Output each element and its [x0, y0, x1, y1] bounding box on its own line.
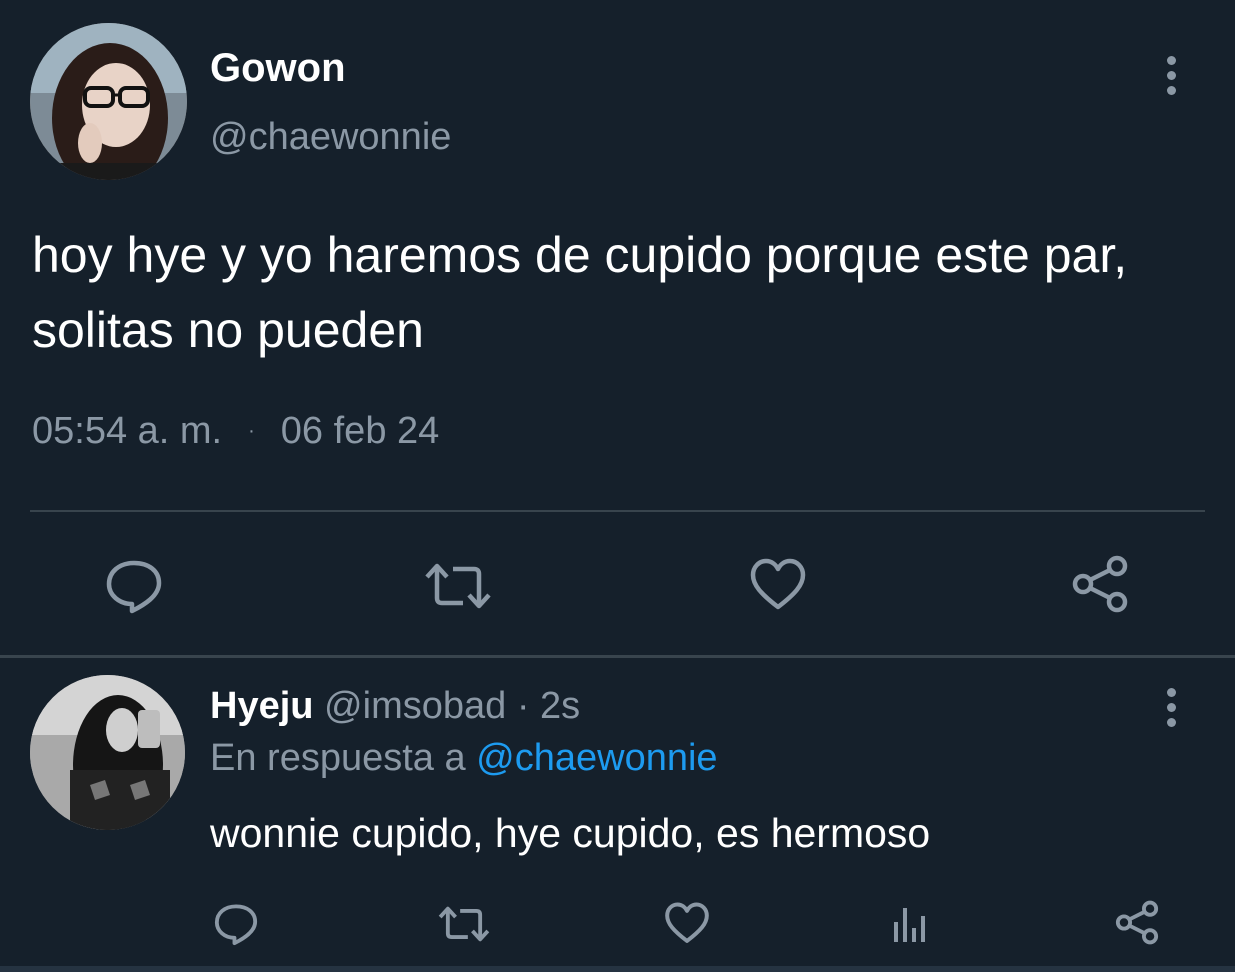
- reply-share-button[interactable]: [1114, 900, 1160, 945]
- reply-like-button[interactable]: [664, 902, 710, 945]
- reply-prefix: En respuesta a: [210, 737, 466, 779]
- author-handle[interactable]: @chaewonnie: [210, 116, 451, 159]
- reply-author-name[interactable]: Hyeju: [210, 685, 313, 727]
- reply-header: Hyeju @imsobad · 2s: [210, 685, 580, 728]
- reply-author-avatar[interactable]: [30, 675, 185, 830]
- tweet-divider: [0, 655, 1235, 658]
- like-button[interactable]: [749, 558, 807, 612]
- avatar-image: [30, 23, 187, 180]
- reply-reply-button[interactable]: [213, 902, 259, 946]
- like-icon: [750, 558, 806, 610]
- retweet-icon: [425, 563, 491, 609]
- reply-author-handle[interactable]: @imsobad: [324, 685, 506, 727]
- retweet-icon: [438, 906, 490, 942]
- reply-time[interactable]: 2s: [540, 685, 580, 727]
- divider: [30, 510, 1205, 512]
- reply-mention-link[interactable]: @chaewonnie: [476, 737, 717, 779]
- reply-button[interactable]: [104, 558, 164, 614]
- like-icon: [665, 902, 709, 943]
- reply-text: wonnie cupido, hye cupido, es hermoso: [210, 810, 931, 856]
- reply-dot: ·: [516, 685, 530, 727]
- share-icon: [1115, 900, 1159, 945]
- share-icon: [1072, 555, 1128, 613]
- tweet-date[interactable]: 06 feb 24: [281, 410, 439, 453]
- more-vertical-icon[interactable]: [1161, 688, 1181, 730]
- main-tweet: Gowon @chaewonnie hoy hye y yo haremos d…: [0, 0, 1235, 655]
- tweet-timestamp: 05:54 a. m. · 06 feb 24: [32, 410, 439, 453]
- reply-context: En respuesta a @chaewonnie: [210, 737, 718, 780]
- author-avatar[interactable]: [30, 23, 187, 180]
- share-button[interactable]: [1070, 555, 1130, 613]
- analytics-icon: [894, 908, 925, 942]
- reply-analytics-button[interactable]: [891, 904, 931, 944]
- reply-retweet-button[interactable]: [437, 904, 491, 944]
- meta-separator: ·: [248, 420, 255, 442]
- tweet-time[interactable]: 05:54 a. m.: [32, 410, 222, 453]
- tweet-text: hoy hye y yo haremos de cupido porque es…: [32, 227, 1128, 358]
- reply-icon: [214, 904, 258, 946]
- more-vertical-icon[interactable]: [1161, 56, 1181, 98]
- author-name[interactable]: Gowon: [210, 46, 346, 91]
- avatar-image: [30, 675, 185, 830]
- bottom-border: [0, 966, 1235, 972]
- retweet-button[interactable]: [423, 560, 493, 612]
- reply-icon: [106, 560, 162, 614]
